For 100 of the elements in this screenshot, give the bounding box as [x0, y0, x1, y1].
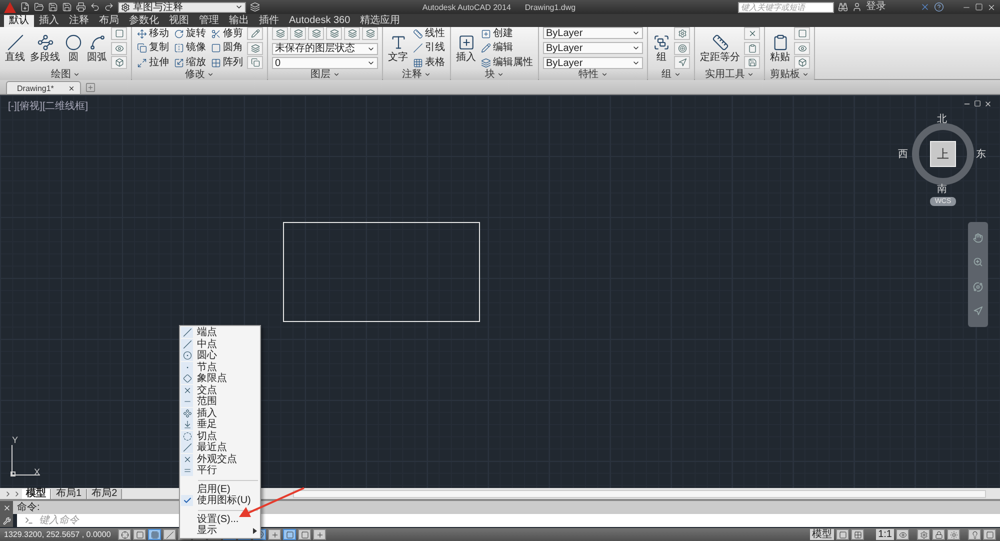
ribbon-icon-button[interactable]	[111, 42, 127, 54]
ribbon-large-button[interactable]: 直线	[4, 32, 26, 64]
ribbon-dropdown[interactable]: 未保存的图层状态	[272, 42, 378, 54]
ribbon-tab[interactable]: 默认	[4, 15, 34, 27]
horizontal-scrollbar[interactable]	[293, 490, 986, 498]
panel-title[interactable]: 块	[451, 69, 538, 80]
clean-screen-button[interactable]	[983, 529, 996, 540]
ribbon-icon-button[interactable]	[674, 56, 690, 69]
ribbon-tab[interactable]: 参数化	[124, 15, 164, 27]
ribbon-button[interactable]: 修剪	[210, 27, 244, 40]
drafting-toggle-button[interactable]	[313, 529, 326, 540]
ribbon-large-button[interactable]: 圆	[64, 32, 83, 64]
viewport-label[interactable]: [-][俯视][二维线框]	[8, 99, 88, 113]
ribbon-button[interactable]: 创建	[480, 27, 534, 40]
ribbon-tab[interactable]: 精选应用	[355, 15, 406, 27]
prompt-icon[interactable]	[17, 514, 35, 527]
drafting-toggle-button[interactable]	[118, 529, 131, 540]
ribbon-icon-button[interactable]	[247, 56, 263, 69]
layout-tab[interactable]: 布局2	[88, 488, 122, 498]
drafting-toggle-button[interactable]	[268, 529, 281, 540]
viewcube-face[interactable]: 上	[930, 141, 956, 167]
layer-tool-button[interactable]	[308, 27, 324, 40]
ribbon-icon-button[interactable]	[247, 42, 263, 54]
ribbon-button[interactable]: 移动	[136, 27, 170, 40]
ribbon-dropdown[interactable]: ByLayer	[543, 27, 643, 39]
restore-icon[interactable]	[974, 100, 981, 107]
ribbon-icon-button[interactable]	[794, 42, 810, 54]
orbit-icon[interactable]	[973, 282, 983, 292]
ribbon-button[interactable]: 编辑属性	[480, 56, 534, 69]
panel-title[interactable]: 注释	[383, 69, 450, 80]
ribbon-tab[interactable]: 布局	[94, 15, 124, 27]
menu-item[interactable]: 圆心	[180, 350, 260, 362]
layer-tool-button[interactable]	[272, 27, 288, 40]
layer-tool-button[interactable]	[326, 27, 342, 40]
ribbon-icon-button[interactable]	[674, 42, 690, 54]
ribbon-large-button[interactable]: 插入	[455, 32, 477, 64]
layer-tool-button[interactable]	[290, 27, 306, 40]
ribbon-button[interactable]: 圆角	[210, 42, 244, 54]
ribbon-dropdown[interactable]: ByLayer	[543, 42, 643, 54]
lock-button[interactable]	[932, 529, 945, 540]
document-tab[interactable]: Drawing1*	[6, 81, 81, 94]
ribbon-tab[interactable]: Autodesk 360	[284, 15, 356, 27]
menu-item[interactable]: 最近点	[180, 442, 260, 454]
menu-item[interactable]: 垂足	[180, 419, 260, 430]
panel-title[interactable]: 图层	[268, 69, 382, 80]
ribbon-tab[interactable]: 插件	[254, 15, 284, 27]
ribbon-large-button[interactable]: 定距等分	[699, 32, 741, 64]
annotation-scale-button[interactable]: 1:1	[876, 529, 894, 540]
menu-item[interactable]: 范围	[180, 396, 260, 408]
menu-item[interactable]: 使用图标(U)	[180, 495, 260, 506]
ribbon-dropdown[interactable]: ByLayer	[543, 57, 643, 69]
ribbon-dropdown[interactable]: 0	[272, 57, 378, 69]
ribbon-tab[interactable]: 插入	[34, 15, 64, 27]
ribbon-icon-button[interactable]	[674, 27, 690, 40]
ribbon-tab[interactable]: 输出	[224, 15, 254, 27]
drafting-toggle-button[interactable]	[283, 529, 296, 540]
isolate-button[interactable]	[968, 529, 981, 540]
ribbon-large-button[interactable]: 组	[652, 32, 671, 64]
panel-title[interactable]: 实用工具	[695, 69, 764, 80]
drafting-toggle-button[interactable]	[298, 529, 311, 540]
ribbon-button[interactable]: 镜像	[173, 42, 207, 54]
panel-title[interactable]: 修改	[132, 69, 267, 80]
layer-tool-button[interactable]	[344, 27, 360, 40]
ribbon-button[interactable]: 表格	[412, 56, 446, 69]
annotation-visibility-button[interactable]	[896, 529, 909, 540]
menu-item[interactable]: 插入	[180, 408, 260, 419]
ribbon-button[interactable]: 阵列	[210, 56, 244, 69]
ribbon-icon-button[interactable]	[744, 56, 760, 69]
menu-item[interactable]: 平行	[180, 465, 260, 476]
ribbon-icon-button[interactable]	[744, 42, 760, 54]
panel-title[interactable]: 组	[648, 69, 694, 80]
sign-in-link[interactable]: 登录	[866, 1, 886, 13]
menu-item[interactable]: 象限点	[180, 373, 260, 384]
layout-button[interactable]	[851, 529, 864, 540]
layer-tool-button[interactable]	[362, 27, 378, 40]
zoom-icon[interactable]	[973, 257, 983, 268]
viewport-button[interactable]	[836, 529, 850, 540]
ribbon-button[interactable]: 缩放	[173, 56, 207, 69]
layout-tab[interactable]: 布局1	[52, 488, 87, 498]
ribbon-large-button[interactable]: 多段线	[29, 32, 61, 64]
ribbon-icon-button[interactable]	[111, 27, 127, 40]
panel-title[interactable]: 特性	[539, 69, 647, 80]
ribbon-large-button[interactable]: 圆弧	[86, 32, 108, 64]
sun-button[interactable]	[947, 529, 960, 540]
ribbon-tab[interactable]: 管理	[194, 15, 224, 27]
drafting-toggle-button[interactable]	[133, 529, 146, 540]
panel-title[interactable]: 绘图	[0, 69, 131, 80]
ribbon-icon-button[interactable]	[744, 27, 760, 40]
pointer-icon[interactable]	[973, 306, 983, 316]
ribbon-tab[interactable]: 视图	[164, 15, 194, 27]
ribbon-icon-button[interactable]	[111, 56, 127, 69]
ribbon-button[interactable]: 旋转	[173, 27, 207, 40]
menu-item[interactable]: 设置(S)...	[180, 514, 260, 525]
ribbon-button[interactable]: 拉伸	[136, 56, 170, 69]
drafting-toggle-button[interactable]	[163, 529, 176, 540]
workspace-button[interactable]	[917, 529, 930, 540]
ribbon-button[interactable]: 线性	[412, 27, 446, 40]
menu-item[interactable]: 显示	[180, 525, 260, 536]
workspace-dropdown[interactable]: 草图与注释	[118, 2, 246, 12]
menu-item[interactable]: 交点	[180, 384, 260, 396]
